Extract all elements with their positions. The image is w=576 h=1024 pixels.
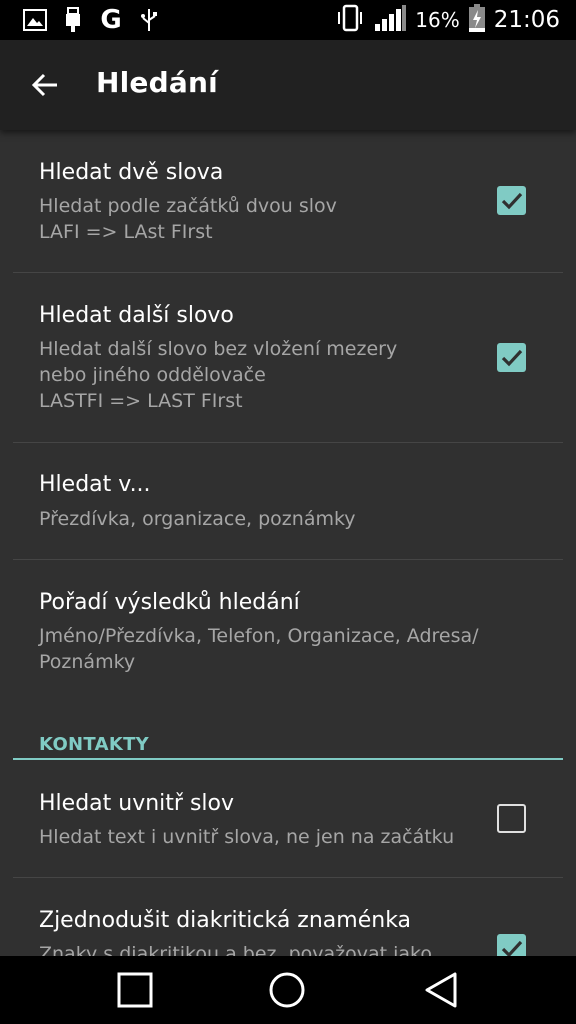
pref-summary: Hledat text i uvnitř slova, ne jen na za… <box>39 826 455 848</box>
inside-words-checkbox[interactable] <box>497 804 526 833</box>
pref-summary: LASTFI => LAST FIrst <box>39 390 243 412</box>
pref-summary: Hledat další slovo bez vložení mezery <box>39 338 398 360</box>
status-bar: G 16% 21:06 <box>0 0 576 40</box>
image-icon <box>22 7 48 33</box>
pref-search-in[interactable]: Hledat v... Přezdívka, organizace, pozná… <box>0 443 576 559</box>
arrow-back-icon <box>31 73 57 97</box>
recents-square-icon <box>117 972 153 1008</box>
checkmark-icon <box>501 940 523 956</box>
category-divider <box>13 758 563 760</box>
navigation-bar <box>0 956 576 1024</box>
two-words-checkbox[interactable] <box>497 186 526 215</box>
battery-icon <box>468 3 486 37</box>
usb-icon <box>60 7 86 33</box>
pref-inside-words[interactable]: Hledat uvnitř slov Hledat text i uvnitř … <box>0 761 576 877</box>
settings-list[interactable]: Hledat dvě slova Hledat podle začátků dv… <box>0 130 576 956</box>
pref-summary: Poznámky <box>39 651 136 673</box>
pref-summary: Znaky s diakritikou a bez, považovat jak… <box>39 943 432 956</box>
vibrate-icon <box>335 4 365 36</box>
pref-title: Hledat v... <box>39 472 151 497</box>
page-title: Hledání <box>96 66 218 99</box>
pref-title: Pořadí výsledků hledání <box>39 590 300 615</box>
app-bar: Hledání <box>0 40 576 130</box>
checkmark-icon <box>501 349 523 367</box>
pref-title: Hledat další slovo <box>39 303 234 328</box>
usb-debug-icon <box>136 7 162 33</box>
pref-two-words[interactable]: Hledat dvě slova Hledat podle začátků dv… <box>0 130 576 272</box>
pref-title: Hledat dvě slova <box>39 160 224 185</box>
pref-summary: Jméno/Přezdívka, Telefon, Organizace, Ad… <box>39 625 479 647</box>
next-word-checkbox[interactable] <box>497 343 526 372</box>
simplify-diacritics-checkbox[interactable] <box>497 934 526 956</box>
back-button[interactable] <box>26 66 64 104</box>
pref-simplify-diacritics[interactable]: Zjednodušit diakritická znaménka Znaky s… <box>0 878 576 956</box>
home-button[interactable] <box>264 967 310 1013</box>
signal-icon <box>373 4 407 36</box>
checkmark-icon <box>501 192 523 210</box>
recents-button[interactable] <box>112 967 158 1013</box>
back-triangle-icon <box>425 972 457 1008</box>
back-nav-button[interactable] <box>418 967 464 1013</box>
battery-percent: 16% <box>415 8 460 32</box>
pref-result-order[interactable]: Pořadí výsledků hledání Jméno/Přezdívka,… <box>0 560 576 720</box>
pref-summary: LAFI => LAst FIrst <box>39 221 213 243</box>
pref-summary: nebo jiného oddělovače <box>39 364 266 386</box>
clock: 21:06 <box>493 7 560 33</box>
pref-next-word[interactable]: Hledat další slovo Hledat další slovo be… <box>0 273 576 442</box>
status-icons-right: 16% 21:06 <box>335 4 560 36</box>
pref-summary: Přezdívka, organizace, poznámky <box>39 508 356 530</box>
pref-summary: Hledat podle začátků dvou slov <box>39 195 337 217</box>
status-icons-left: G <box>22 5 162 35</box>
home-circle-icon <box>269 972 305 1008</box>
category-title: KONTAKTY <box>39 734 149 755</box>
google-icon: G <box>100 5 122 35</box>
pref-title: Hledat uvnitř slov <box>39 791 234 816</box>
pref-title: Zjednodušit diakritická znaménka <box>39 908 412 933</box>
